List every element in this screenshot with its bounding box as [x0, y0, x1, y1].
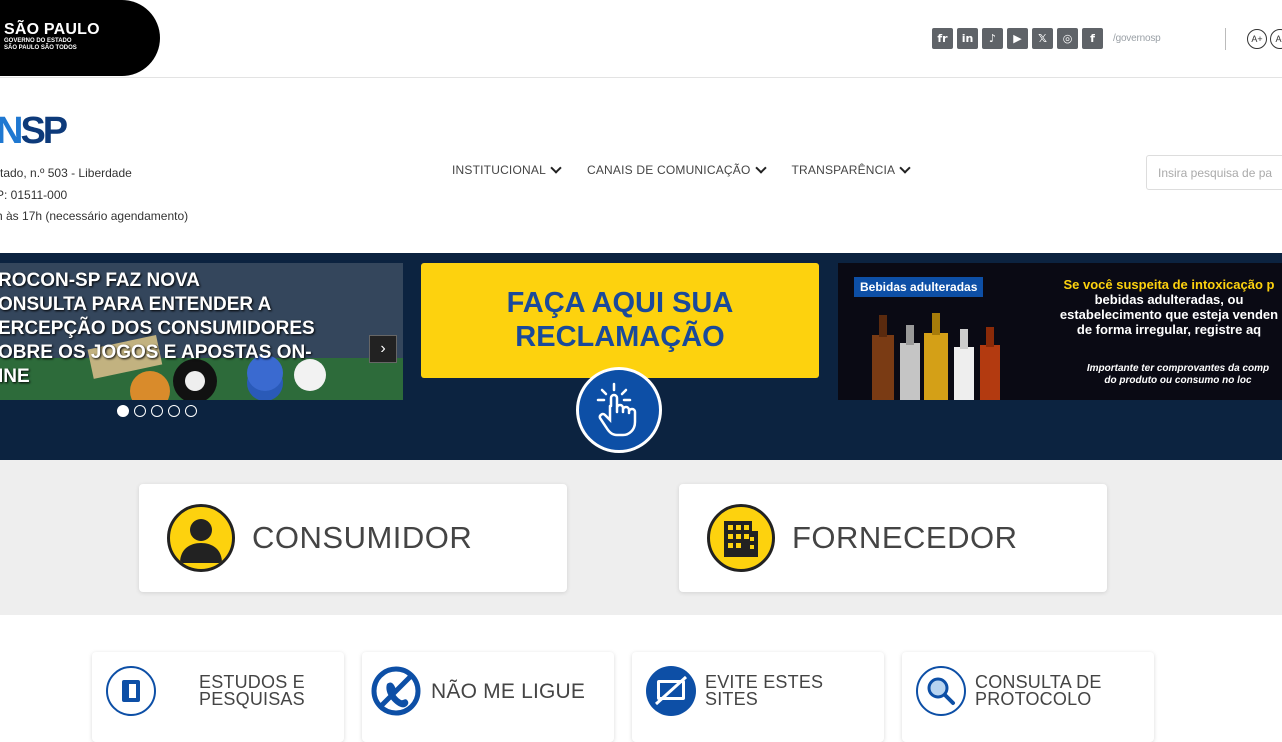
main-nav: INSTITUCIONAL CANAIS DE COMUNICAÇÃO TRAN…	[452, 162, 911, 177]
headline-line: ROCON-SP FAZ NOVA	[0, 270, 200, 291]
book-icon	[106, 666, 156, 716]
gov-sp-logo[interactable]: SÃO PAULO GOVERNO DO ESTADO SÃO PAULO SÃ…	[0, 0, 160, 76]
carousel-dot[interactable]	[168, 405, 180, 417]
address-line: h às 17h (necessário agendamento)	[0, 209, 189, 223]
complaint-button[interactable]: FAÇA AQUI SUA RECLAMAÇÃO	[421, 263, 819, 378]
complaint-line: FAÇA AQUI SUA	[506, 287, 734, 319]
procon-logo[interactable]: NSP	[0, 110, 68, 152]
nav-label: TRANSPARÊNCIA	[791, 163, 896, 177]
building-icon	[707, 504, 775, 572]
address-block: rtado, n.º 503 - Liberdade P: 01511-000 …	[0, 163, 188, 228]
instagram-icon[interactable]: ◎	[1057, 28, 1078, 49]
news-slide[interactable]: ROCON-SP FAZ NOVA ONSULTA PARA ENTENDER …	[0, 263, 403, 400]
pointing-hand-icon[interactable]	[576, 367, 662, 453]
alert-line: de forma irregular, registre aq	[1076, 322, 1262, 337]
address-line: P: 01511-000	[0, 187, 68, 202]
social-handle: /governosp	[1113, 33, 1161, 44]
supplier-label: FORNECEDOR	[792, 520, 1018, 555]
decrease-font-button[interactable]: A-	[1270, 29, 1282, 49]
linkedin-icon[interactable]: in	[957, 28, 978, 49]
bottles-image	[872, 313, 1000, 400]
logo-prefix: N	[0, 110, 24, 152]
divider	[1225, 28, 1226, 50]
carousel-dot[interactable]	[134, 405, 146, 417]
service-label-line: PESQUISAS	[199, 689, 305, 709]
alert-tag: Bebidas adulteradas	[854, 277, 984, 297]
nav-canais[interactable]: CANAIS DE COMUNICAÇÃO	[586, 162, 767, 177]
consumer-card[interactable]: CONSUMIDOR	[139, 484, 567, 592]
supplier-card[interactable]: FORNECEDOR	[679, 484, 1107, 592]
alert-note: Importante ter comprovantes da comp do p…	[1043, 363, 1282, 387]
x-twitter-icon[interactable]: 𝕏	[1032, 28, 1053, 49]
no-call-icon	[371, 666, 421, 716]
tiktok-icon[interactable]: ♪	[982, 28, 1003, 49]
service-card-evite-sites[interactable]: EVITE ESTES SITES	[632, 652, 884, 742]
carousel-dot[interactable]	[151, 405, 163, 417]
chevron-down-icon	[550, 162, 562, 174]
headline-line: OBRE OS JOGOS E APOSTAS ON-	[0, 342, 312, 363]
news-headline: ROCON-SP FAZ NOVA ONSULTA PARA ENTENDER …	[0, 269, 358, 389]
magnifier-icon	[916, 666, 966, 716]
service-label: NÃO ME LIGUE	[431, 680, 586, 703]
gov-logo-slogan: SÃO PAULO SÃO TODOS	[4, 45, 77, 51]
headline-line: ONSULTA PARA ENTENDER A	[0, 294, 272, 315]
service-label-line: PROTOCOLO	[975, 689, 1092, 709]
carousel-dots	[117, 405, 197, 417]
headline-line: INE	[0, 366, 30, 387]
flickr-icon[interactable]: fr	[932, 28, 953, 49]
address-line: rtado, n.º 503 - Liberdade	[0, 166, 132, 180]
complaint-line: RECLAMAÇÃO	[515, 321, 725, 353]
nav-label: CANAIS DE COMUNICAÇÃO	[586, 163, 751, 177]
service-label-line: SITES	[705, 689, 759, 709]
alert-note-line: do produto ou consumo no loc	[1104, 375, 1252, 386]
search-input[interactable]	[1146, 155, 1282, 190]
blocked-site-icon	[646, 666, 696, 716]
service-card-nao-me-ligue[interactable]: NÃO ME LIGUE	[362, 652, 614, 742]
gov-top-bar: SÃO PAULO GOVERNO DO ESTADO SÃO PAULO SÃ…	[0, 0, 1282, 78]
service-card-consulta[interactable]: CONSULTA DE PROTOCOLO	[902, 652, 1154, 742]
alert-note-line: Importante ter comprovantes da comp	[1086, 363, 1270, 374]
carousel-dot[interactable]	[117, 405, 129, 417]
alert-slide[interactable]: Bebidas adulteradas Se você suspeita de …	[838, 263, 1282, 400]
carousel-dot[interactable]	[185, 405, 197, 417]
service-label: EVITE ESTES SITES	[705, 673, 823, 709]
increase-font-button[interactable]: A+	[1247, 29, 1267, 49]
accessibility-controls: A+ A-	[1247, 29, 1282, 49]
alert-line: Se você suspeita de intoxicação p	[1063, 277, 1275, 292]
user-icon	[167, 504, 235, 572]
gov-logo-subtitle: GOVERNO DO ESTADO	[4, 38, 72, 44]
youtube-icon[interactable]: ▶	[1007, 28, 1028, 49]
carousel-next-button[interactable]: ›	[369, 335, 397, 363]
service-label: ESTUDOS E PESQUISAS	[199, 673, 305, 709]
nav-institucional[interactable]: INSTITUCIONAL	[452, 162, 562, 177]
nav-transparencia[interactable]: TRANSPARÊNCIA	[791, 162, 911, 177]
chevron-down-icon	[754, 162, 767, 174]
gov-logo-title: SÃO PAULO	[4, 21, 100, 38]
consumer-label: CONSUMIDOR	[252, 520, 473, 555]
headline-line: ERCEPÇÃO DOS CONSUMIDORES	[0, 318, 315, 339]
chevron-down-icon	[899, 162, 911, 174]
alert-line: estabelecimento que esteja venden	[1059, 307, 1279, 322]
alert-message: Se você suspeita de intoxicação p bebida…	[1024, 277, 1282, 337]
alert-line: bebidas adulteradas, ou	[1094, 292, 1244, 307]
service-card-estudos[interactable]: ESTUDOS E PESQUISAS	[92, 652, 344, 742]
service-label: CONSULTA DE PROTOCOLO	[975, 673, 1102, 709]
logo-text: SP	[20, 110, 68, 152]
nav-label: INSTITUCIONAL	[452, 163, 546, 177]
facebook-icon[interactable]: f	[1082, 28, 1103, 49]
social-links: fr in ♪ ▶ 𝕏 ◎ f /governosp	[932, 28, 1161, 49]
